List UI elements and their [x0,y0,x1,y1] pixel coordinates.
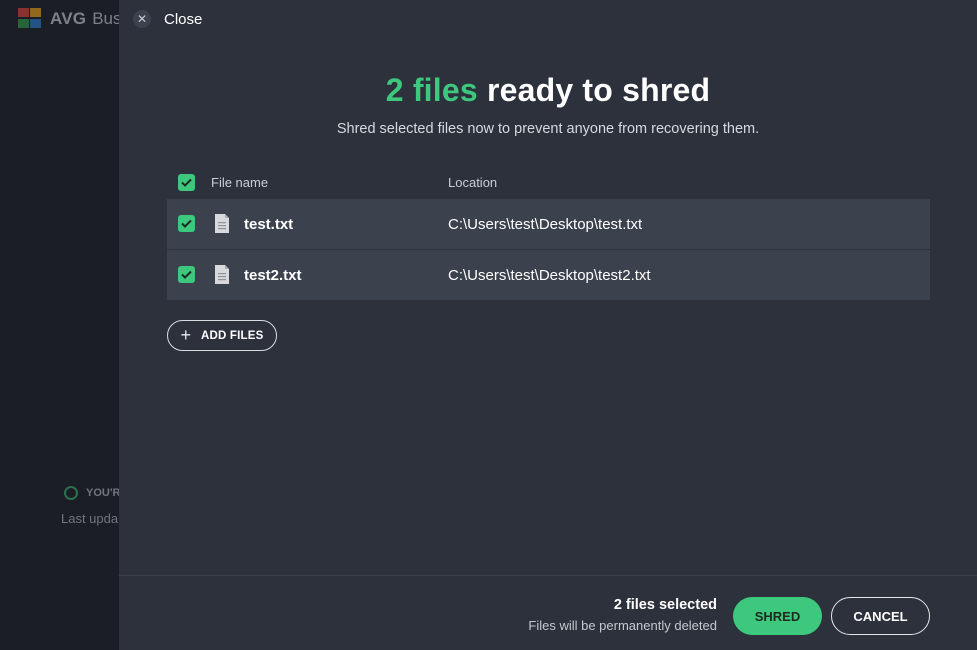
plus-icon: + [180,324,191,345]
protection-status-text: YOU'R [86,487,121,499]
close-icon[interactable]: ✕ [133,10,151,28]
row-checkbox[interactable] [178,266,195,283]
title-file-count: 2 files [385,72,478,108]
footer-divider [119,575,977,576]
file-icon [215,265,229,284]
close-button[interactable]: ✕ Close [133,10,202,28]
delete-warning: Files will be permanently deleted [528,618,717,633]
dialog-subtitle: Shred selected files now to prevent anyo… [336,121,760,137]
title-text: ready to shred [477,72,711,108]
status-ring-icon [64,486,78,500]
app-logo-text: AVG [50,9,87,28]
selected-count: 2 files selected [613,597,717,613]
protection-status: YOU'R [64,486,120,500]
column-header-name: File name [211,174,269,190]
table-header: File name Location [167,166,930,198]
select-all-checkbox[interactable] [178,174,195,191]
file-icon [215,214,229,233]
dialog-title: 2 files ready to shred [119,72,977,109]
checkbox-checked-icon [181,270,192,279]
file-name: test.txt [244,215,294,233]
file-location: C:\Users\test\Desktop\test2.txt [448,266,651,284]
column-header-location: Location [448,174,498,190]
add-files-label: ADD FILES [201,329,264,342]
last-updated-text: Last upda [61,511,119,526]
shred-button[interactable]: SHRED [733,597,822,635]
checkbox-checked-icon [181,178,192,187]
file-name: test2.txt [244,266,302,284]
cancel-button[interactable]: CANCEL [831,597,930,635]
table-row: test.txt C:\Users\test\Desktop\test.txt [167,198,930,249]
file-location: C:\Users\test\Desktop\test.txt [448,215,643,233]
checkbox-checked-icon [181,219,192,228]
shred-dialog: ✕ Close 2 files ready to shred Shred sel… [119,0,977,650]
files-table: File name Location test.txt C:\Users\tes… [167,166,930,300]
add-files-button[interactable]: + ADD FILES [167,320,277,351]
app-logo: AVG Bus [18,8,121,30]
row-checkbox[interactable] [178,215,195,232]
app-logo-text-2: Bus [92,9,122,28]
avg-logo-icon [18,8,44,30]
table-row: test2.txt C:\Users\test\Desktop\test2.tx… [167,249,930,300]
close-label[interactable]: Close [164,11,202,28]
